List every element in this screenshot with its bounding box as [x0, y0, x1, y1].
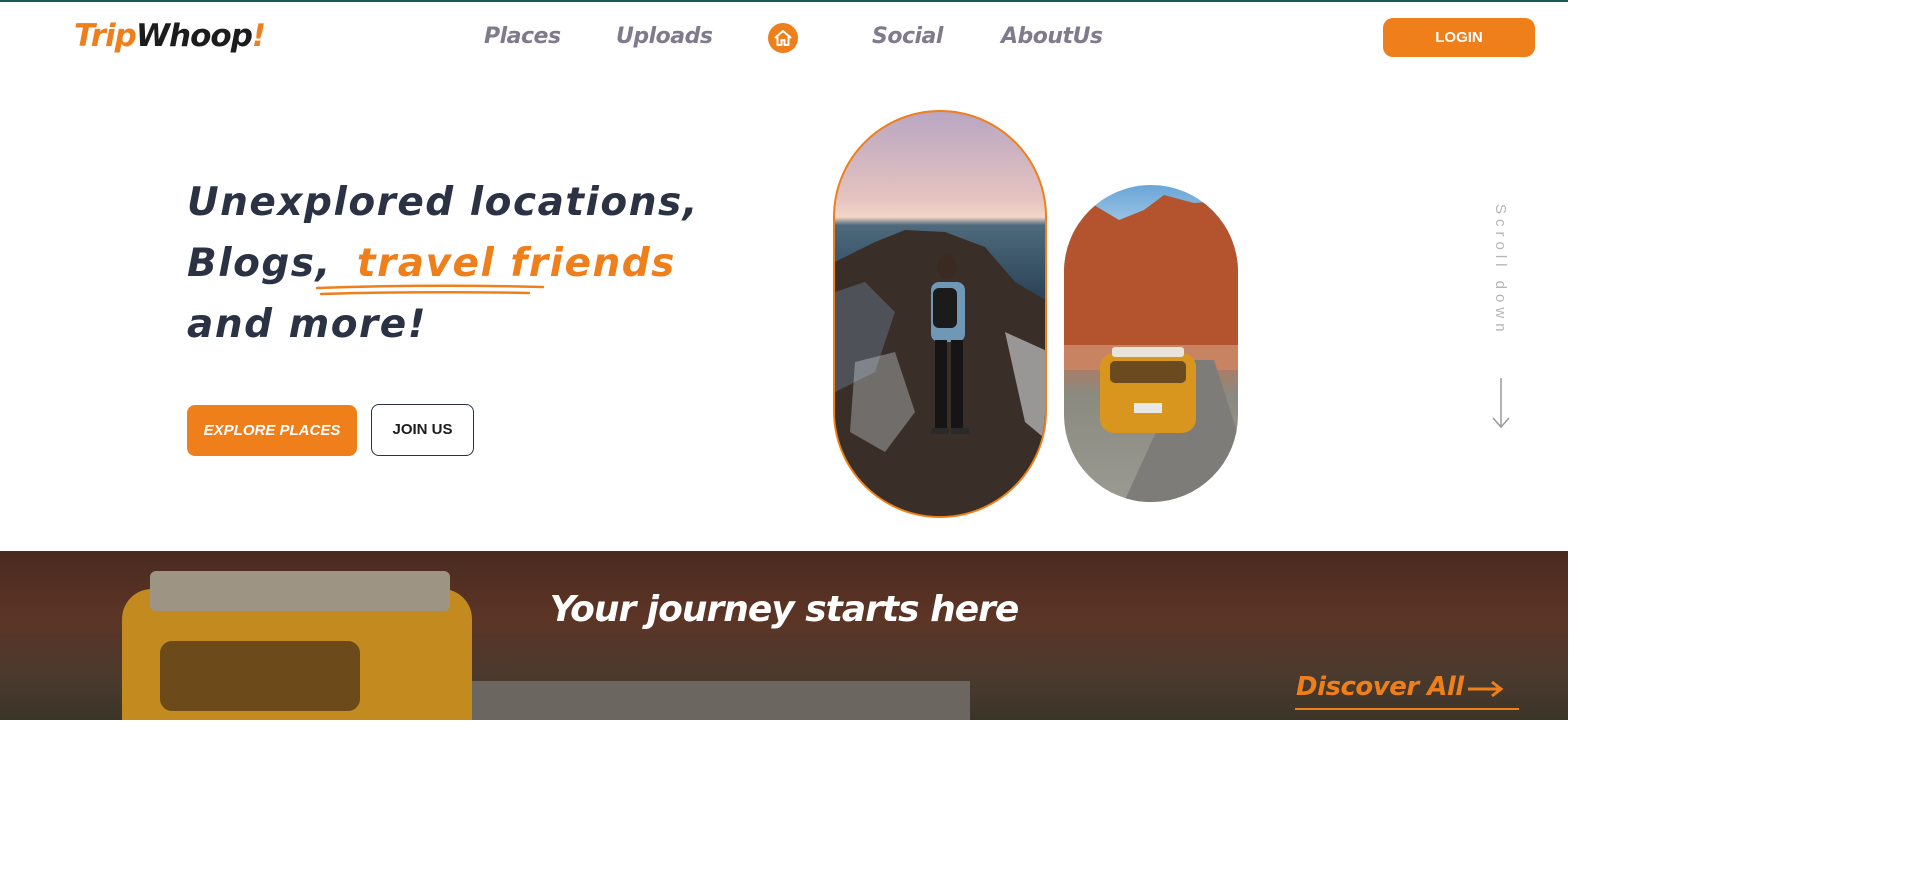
- explore-places-button[interactable]: EXPLORE PLACES: [187, 405, 357, 456]
- top-border: [0, 0, 1568, 2]
- journey-banner: Your journey starts here Discover All: [0, 551, 1568, 720]
- arrow-right-icon: [1468, 680, 1504, 698]
- nav-aboutus[interactable]: AboutUs: [1001, 24, 1103, 49]
- scroll-down-label: Scroll down: [1492, 204, 1509, 337]
- join-us-button[interactable]: JOIN US: [371, 404, 474, 456]
- hero-image-desert-van: [1064, 185, 1238, 502]
- desert-van-illustration: [1064, 195, 1238, 502]
- coast-hiker-illustration: [835, 230, 1045, 516]
- banner-road: [470, 681, 970, 720]
- hero-line-2-prefix: Blogs,: [187, 241, 332, 286]
- nav-uploads[interactable]: Uploads: [616, 24, 713, 49]
- home-button[interactable]: [768, 23, 798, 53]
- accent-underline: [315, 284, 545, 296]
- logo-part-exclaim: !: [251, 18, 266, 54]
- arrow-down-icon: [1492, 378, 1510, 429]
- discover-underline: [1295, 708, 1519, 710]
- banner-van-window: [160, 641, 360, 711]
- hero-line-1: Unexplored locations,: [187, 180, 699, 225]
- discover-all-link[interactable]: Discover All: [1296, 672, 1464, 702]
- nav-places[interactable]: Places: [484, 24, 561, 49]
- hero-line-3: and more!: [187, 302, 427, 347]
- logo-part-trip: Trip: [74, 18, 137, 54]
- hero-line-2: Blogs, travel friends: [187, 241, 676, 286]
- hero-accent-text: travel friends: [356, 241, 676, 286]
- logo-part-whoop: Whoop: [135, 18, 253, 54]
- hero-image-coast-hiker: [833, 110, 1047, 518]
- nav-social[interactable]: Social: [872, 24, 943, 49]
- home-icon: [774, 30, 792, 46]
- banner-title: Your journey starts here: [549, 589, 1020, 630]
- login-button[interactable]: LOGIN: [1383, 18, 1535, 57]
- logo[interactable]: TripWhoop!: [74, 18, 266, 54]
